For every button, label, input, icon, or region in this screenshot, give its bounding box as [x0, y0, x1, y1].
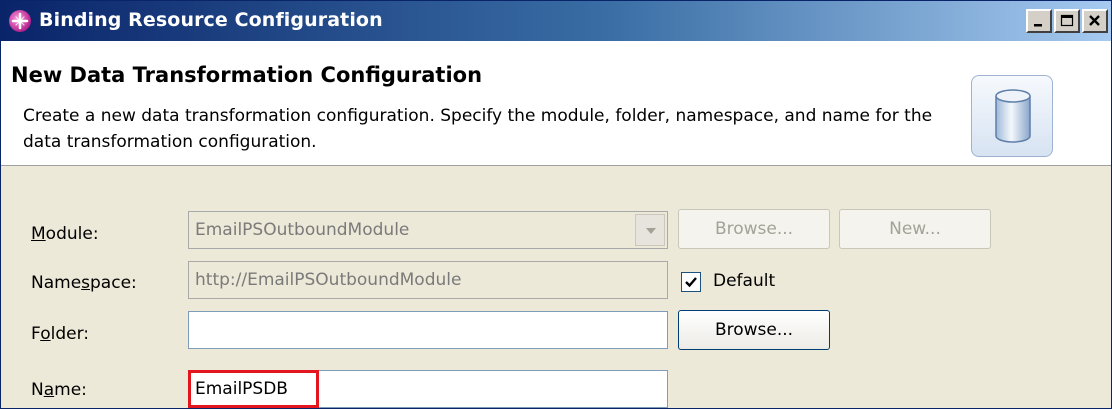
maximize-button[interactable]	[1054, 9, 1080, 33]
default-checkbox-label[interactable]: Default	[713, 271, 775, 291]
module-combo-dropdown-button[interactable]	[635, 214, 665, 246]
folder-input[interactable]	[188, 311, 668, 349]
folder-label: Folder:	[31, 324, 89, 344]
chevron-down-icon	[646, 228, 656, 234]
module-combo-value: EmailPSOutboundModule	[195, 220, 410, 240]
window-title: Binding Resource Configuration	[39, 9, 383, 31]
name-label-suffix: me:	[54, 380, 87, 400]
name-label-access-key: a	[43, 380, 55, 400]
folder-browse-button[interactable]: Browse...	[678, 310, 830, 350]
close-icon	[1089, 15, 1100, 26]
default-label-access-key: D	[713, 271, 727, 291]
data-cylinder-icon	[971, 75, 1053, 157]
dialog-window: Binding Resource Configuration New Data …	[0, 0, 1112, 409]
default-checkbox[interactable]	[681, 272, 701, 292]
page-title: New Data Transformation Configuration	[11, 63, 483, 87]
folder-label-prefix: F	[31, 324, 41, 344]
name-highlight-box	[188, 370, 319, 408]
minimize-button[interactable]	[1026, 9, 1052, 33]
name-label-prefix: N	[31, 380, 44, 400]
folder-label-access-key: o	[40, 324, 51, 344]
namespace-label-suffix: pace:	[90, 273, 137, 293]
namespace-input-value: http://EmailPSOutboundModule	[195, 270, 462, 290]
module-browse-button[interactable]: Browse...	[678, 209, 830, 249]
wizard-icon	[9, 10, 31, 32]
header-banner: New Data Transformation Configuration Cr…	[1, 41, 1111, 166]
namespace-label-prefix: Name	[31, 273, 82, 293]
folder-label-suffix: lder:	[50, 324, 89, 344]
close-button[interactable]	[1082, 9, 1108, 33]
module-label-suffix: odule:	[45, 224, 99, 244]
page-description: Create a new data transformation configu…	[23, 106, 933, 152]
module-new-button[interactable]: New...	[839, 209, 991, 249]
namespace-input[interactable]: http://EmailPSOutboundModule	[188, 261, 668, 299]
module-label-access-key: M	[31, 224, 46, 244]
maximize-icon	[1060, 14, 1074, 27]
namespace-label: Namespace:	[31, 273, 137, 293]
minimize-icon	[1034, 24, 1042, 27]
checkmark-icon	[685, 277, 697, 288]
title-bar[interactable]: Binding Resource Configuration	[1, 1, 1111, 41]
module-combo[interactable]: EmailPSOutboundModule	[188, 211, 668, 249]
namespace-label-access-key: s	[81, 273, 91, 293]
module-label: Module:	[31, 224, 99, 244]
default-label-suffix: efault	[726, 271, 776, 291]
name-label: Name:	[31, 380, 87, 400]
